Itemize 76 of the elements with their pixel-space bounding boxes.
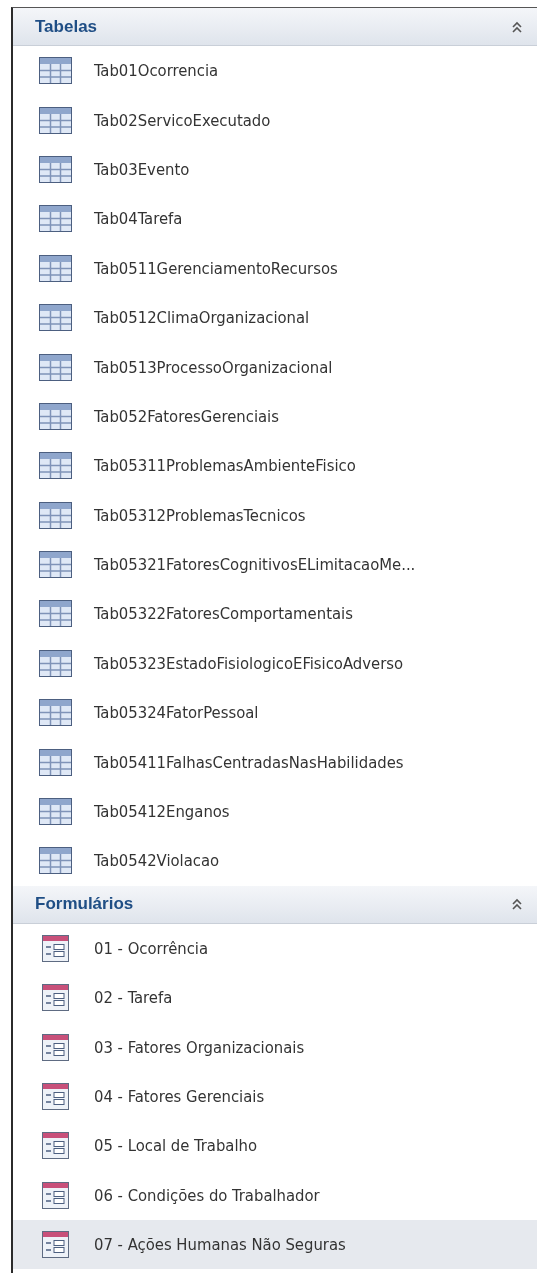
table-icon — [39, 402, 72, 430]
navigation-item[interactable]: 07 - Ações Humanas Não Seguras — [13, 1220, 537, 1270]
navigation-item[interactable]: Tab03Evento — [13, 144, 537, 195]
navigation-item[interactable]: Tab05324FatorPessoal — [13, 688, 537, 738]
navigation-item[interactable]: Tab0511GerenciamentoRecursos — [13, 243, 537, 293]
navigation-item[interactable]: Tab02ServicoExecutado — [13, 95, 537, 145]
table-icon — [39, 551, 72, 579]
navigation-item[interactable]: 05 - Local de Trabalho — [13, 1121, 537, 1171]
item-label: Tab04Tarefa — [94, 209, 183, 229]
navigation-item[interactable]: Tab04Tarefa — [13, 194, 537, 244]
form-icon — [39, 934, 72, 962]
item-label: Tab05324FatorPessoal — [94, 703, 259, 723]
group-title: Tabelas — [35, 16, 98, 37]
form-icon — [39, 1083, 72, 1110]
table-icon — [39, 205, 72, 233]
table-icon — [39, 254, 72, 282]
item-label: 06 - Condições do Trabalhador — [94, 1185, 320, 1205]
navigation-item[interactable]: Tab05322FatoresComportamentais — [13, 589, 537, 639]
table-icon — [39, 699, 72, 727]
table-icon — [39, 155, 72, 183]
navigation-item[interactable]: 03 - Fatores Organizacionais — [13, 1022, 537, 1072]
table-icon — [39, 798, 72, 826]
item-label: 07 - Ações Humanas Não Seguras — [94, 1235, 346, 1255]
table-icon — [39, 304, 72, 332]
item-label: 05 - Local de Trabalho — [94, 1136, 258, 1156]
item-label: 02 - Tarefa — [94, 988, 173, 1008]
item-label: Tab05321FatoresCognitivosELimitacaoMe... — [94, 555, 416, 575]
item-label: Tab05411FalhasCentradasNasHabilidades — [94, 752, 404, 772]
item-label: Tab01Ocorrencia — [94, 61, 219, 81]
form-icon — [39, 984, 72, 1012]
item-label: 04 - Fatores Gerenciais — [94, 1087, 265, 1106]
table-icon — [39, 106, 72, 134]
item-label: Tab05412Enganos — [94, 802, 230, 822]
navigation-item[interactable]: Tab052FatoresGerenciais — [13, 391, 537, 442]
form-icon — [39, 1033, 72, 1061]
group-header[interactable]: Tabelas — [13, 8, 537, 46]
table-icon — [39, 353, 72, 381]
form-icon — [39, 1181, 72, 1209]
navigation-item[interactable]: Tab05312ProblemasTecnicos — [13, 490, 537, 540]
item-label: Tab05312ProblemasTecnicos — [94, 505, 306, 525]
item-label: Tab052FatoresGerenciais — [94, 406, 279, 426]
navigation-item[interactable]: Tab05323EstadoFisiologicoEFisicoAdverso — [13, 638, 537, 689]
navigation-item[interactable]: Tab05411FalhasCentradasNasHabilidades — [13, 737, 537, 787]
table-icon — [39, 501, 72, 529]
navigation-item[interactable]: 01 - Ocorrência — [13, 923, 537, 974]
navigation-item[interactable]: 04 - Fatores Gerenciais — [13, 1071, 537, 1122]
navigation-item[interactable]: Tab01Ocorrencia — [13, 46, 537, 96]
navigation-item[interactable]: Tab0513ProcessoOrganizacional — [13, 342, 537, 392]
form-icon — [39, 1231, 72, 1259]
navigation-item[interactable]: 06 - Condições do Trabalhador — [13, 1170, 537, 1220]
item-label: Tab0513ProcessoOrganizacional — [94, 357, 333, 377]
item-label: Tab05323EstadoFisiologicoEFisicoAdverso — [94, 653, 404, 673]
table-icon — [39, 847, 72, 875]
table-icon — [39, 748, 72, 776]
item-label: Tab05322FatoresComportamentais — [94, 604, 353, 624]
navigation-item[interactable]: Tab05311ProblemasAmbienteFisico — [13, 441, 537, 491]
table-icon — [39, 57, 72, 85]
item-label: Tab02ServicoExecutado — [94, 110, 271, 130]
group-title: Formulários — [35, 894, 134, 915]
group-header[interactable]: Formulários — [13, 885, 537, 924]
item-label: Tab05311ProblemasAmbienteFisico — [94, 456, 356, 476]
table-icon — [39, 649, 72, 677]
navigation-item[interactable]: Tab05412Enganos — [13, 786, 537, 837]
navigation-item[interactable]: Tab05321FatoresCognitivosELimitacaoMe... — [13, 539, 537, 590]
navigation-item[interactable]: Tab0542Violacao — [13, 836, 537, 886]
item-label: Tab0542Violacao — [94, 851, 220, 871]
navigation-item[interactable]: Tab0512ClimaOrganizacional — [13, 292, 537, 343]
table-icon — [39, 600, 72, 628]
navigation-item[interactable]: 02 - Tarefa — [13, 973, 537, 1023]
item-label: Tab0512ClimaOrganizacional — [94, 308, 310, 328]
table-icon — [39, 452, 72, 480]
item-label: Tab03Evento — [94, 159, 190, 179]
form-icon — [39, 1132, 72, 1160]
item-label: 01 - Ocorrência — [94, 938, 209, 958]
item-label: 03 - Fatores Organizacionais — [94, 1037, 305, 1057]
item-label: Tab0511GerenciamentoRecursos — [94, 258, 338, 278]
